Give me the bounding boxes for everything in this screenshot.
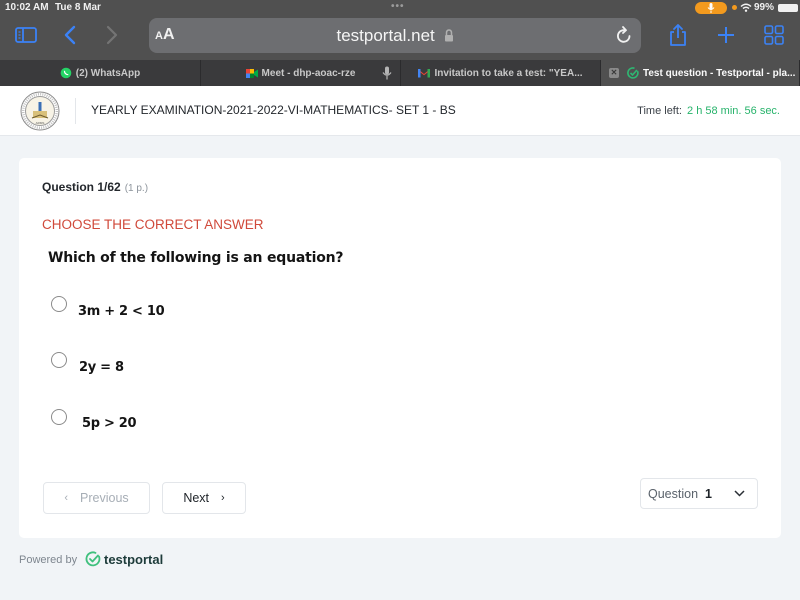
status-bar: 10:02 AM Tue 8 Mar ••• 99%	[0, 0, 800, 15]
gmail-icon	[418, 68, 431, 78]
header-divider	[75, 98, 76, 124]
chevron-right-icon	[106, 25, 118, 45]
radio-button[interactable]	[51, 409, 67, 425]
question-select-value: 1	[705, 487, 712, 501]
testportal-check-icon	[85, 551, 101, 567]
plus-icon	[718, 27, 734, 43]
close-tab-button[interactable]: ✕	[609, 68, 619, 78]
status-date: Tue 8 Mar	[55, 2, 101, 13]
question-points: (1 p.)	[124, 183, 149, 194]
tab-label: (2) WhatsApp	[75, 67, 141, 79]
tab-meet[interactable]: Meet - dhp-aoac-rze	[201, 60, 401, 86]
chevron-down-icon	[734, 490, 745, 497]
answer-option[interactable]: 5p > 20	[51, 409, 351, 439]
radio-button[interactable]	[51, 352, 67, 368]
radio-button[interactable]	[51, 296, 67, 312]
testportal-brand: testportal	[104, 551, 164, 567]
reload-icon	[617, 26, 631, 43]
powered-by-label: Powered by	[19, 554, 78, 566]
chevron-left-icon	[64, 25, 76, 45]
next-button[interactable]: Next ›	[162, 482, 246, 514]
browser-chrome: 10:02 AM Tue 8 Mar ••• 99% AA testportal…	[0, 0, 800, 60]
testportal-logo[interactable]: testportal	[85, 551, 163, 567]
chevron-left-icon: ‹	[64, 492, 69, 504]
reload-button[interactable]	[613, 24, 635, 46]
new-tab-button[interactable]	[714, 22, 738, 48]
tab-overview-button[interactable]	[762, 22, 786, 48]
battery-percent: 99%	[754, 2, 775, 13]
time-left-value: 2 h 58 min. 56 sec.	[687, 105, 780, 117]
tab-bar: (2) WhatsApp Meet - dhp-aoac-rze Invitat…	[0, 60, 800, 86]
tab-label: Meet - dhp-aoac-rze	[261, 67, 356, 79]
answer-text: 3m + 2 < 10	[78, 304, 165, 319]
time-left-label: Time left:	[637, 105, 682, 117]
tab-label: Invitation to take a test: "YEA...	[434, 67, 583, 79]
back-button[interactable]	[58, 22, 82, 48]
school-logo: ARMS	[20, 91, 60, 131]
tab-testportal[interactable]: ✕ Test question - Testportal - pla...	[601, 60, 800, 86]
privacy-indicator-dot	[732, 5, 737, 10]
address-bar[interactable]: AA testportal.net	[149, 18, 641, 53]
page-header: ARMS YEARLY EXAMINATION-2021-2022-VI-MAT…	[0, 86, 800, 136]
answer-option[interactable]: 2y = 8	[51, 352, 351, 382]
multitasking-dots-icon[interactable]: •••	[391, 1, 405, 12]
previous-button[interactable]: ‹ Previous	[43, 482, 150, 514]
whatsapp-icon	[60, 67, 72, 79]
tab-label: Test question - Testportal - pla...	[643, 67, 796, 79]
sidebar-icon	[15, 27, 37, 43]
lock-icon	[444, 29, 453, 42]
forward-button[interactable]	[100, 22, 124, 48]
testportal-icon	[627, 67, 639, 79]
share-button[interactable]	[666, 22, 690, 48]
answer-text: 5p > 20	[82, 416, 137, 431]
microphone-icon	[382, 66, 392, 83]
svg-text:ARMS: ARMS	[36, 121, 45, 125]
tab-whatsapp[interactable]: (2) WhatsApp	[0, 60, 201, 86]
question-instruction: CHOOSE THE CORRECT ANSWER	[42, 217, 264, 232]
exam-title: YEARLY EXAMINATION-2021-2022-VI-MATHEMAT…	[91, 103, 456, 117]
tab-gmail[interactable]: Invitation to take a test: "YEA...	[401, 60, 601, 86]
url-display[interactable]: testportal.net	[149, 26, 641, 46]
battery-icon	[778, 4, 798, 12]
microphone-indicator-icon	[695, 2, 727, 14]
question-select[interactable]: Question 1	[640, 478, 758, 509]
answer-option[interactable]: 3m + 2 < 10	[51, 296, 351, 326]
grid-icon	[764, 25, 784, 45]
sidebar-toggle-button[interactable]	[14, 22, 38, 48]
share-icon	[670, 24, 686, 46]
url-text: testportal.net	[336, 26, 435, 45]
time-left: Time left: 2 h 58 min. 56 sec.	[637, 105, 780, 117]
question-card: Question 1/62 (1 p.) CHOOSE THE CORRECT A…	[19, 158, 781, 538]
question-text: Which of the following is an equation?	[48, 250, 344, 266]
question-number: Question 1/62 (1 p.)	[42, 180, 149, 194]
wifi-icon	[740, 3, 752, 15]
question-select-label: Question	[648, 487, 699, 501]
chevron-right-icon: ›	[221, 492, 225, 504]
answer-text: 2y = 8	[79, 360, 124, 375]
status-time: 10:02 AM	[5, 2, 49, 13]
google-meet-icon	[245, 68, 258, 79]
